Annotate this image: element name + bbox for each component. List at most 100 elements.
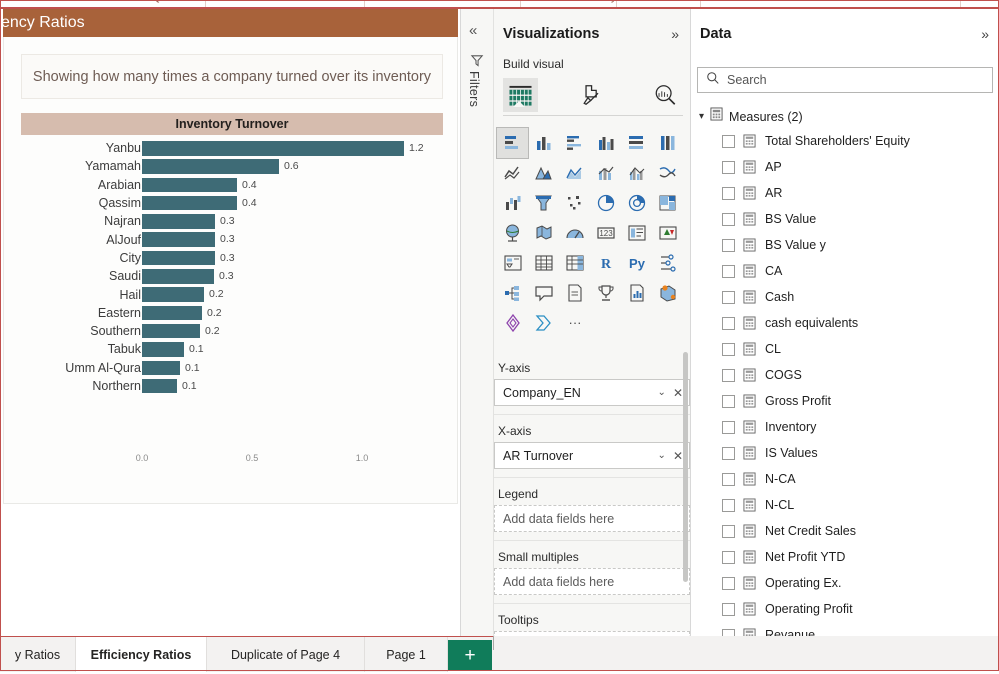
field-row[interactable]: CA bbox=[691, 258, 999, 284]
field-checkbox[interactable] bbox=[722, 317, 735, 330]
ribbon-tab-sensitivity[interactable]: Sensitivity bbox=[567, 0, 617, 3]
metrics-icon[interactable] bbox=[590, 278, 621, 308]
card-icon[interactable]: 123 bbox=[590, 218, 621, 248]
area-chart-icon[interactable] bbox=[528, 158, 559, 188]
ribbon-tab-share[interactable]: Share bbox=[657, 0, 686, 3]
bar-row[interactable]: Eastern0.2 bbox=[21, 304, 443, 322]
slicer-icon[interactable] bbox=[497, 248, 528, 278]
hundred-percent-stacked-bar-chart-icon[interactable] bbox=[621, 128, 652, 158]
ribbon-tab-queries[interactable]: Queries bbox=[152, 0, 191, 3]
power-apps-icon[interactable] bbox=[652, 278, 683, 308]
field-checkbox[interactable] bbox=[722, 473, 735, 486]
matrix-icon[interactable] bbox=[559, 248, 590, 278]
bar-row[interactable]: Saudi0.3 bbox=[21, 267, 443, 285]
field-checkbox[interactable] bbox=[722, 291, 735, 304]
bar-row[interactable]: Yanbu1.2 bbox=[21, 139, 443, 157]
q-and-a-icon[interactable] bbox=[528, 278, 559, 308]
bar-fill[interactable] bbox=[142, 306, 202, 321]
field-row[interactable]: Gross Profit bbox=[691, 388, 999, 414]
bar-row[interactable]: Qassim0.4 bbox=[21, 194, 443, 212]
subtitle-card[interactable]: Showing how many times a company turned … bbox=[21, 54, 443, 99]
measures-group-row[interactable]: ▾ Measures (2) bbox=[699, 107, 991, 126]
gauge-icon[interactable] bbox=[559, 218, 590, 248]
visual-type-gallery[interactable]: 123RPy··· bbox=[497, 128, 683, 343]
add-page-button[interactable]: + bbox=[448, 640, 492, 671]
inventory-turnover-visual[interactable]: Inventory Turnover Yanbu1.2Yamamah0.6Ara… bbox=[21, 113, 443, 483]
field-checkbox[interactable] bbox=[722, 525, 735, 538]
bar-fill[interactable] bbox=[142, 342, 184, 357]
field-row[interactable]: Total Shareholders' Equity bbox=[691, 128, 999, 154]
page-tab-duplicate-of-page-4[interactable]: Duplicate of Page 4 bbox=[207, 637, 365, 672]
stacked-column-chart-icon[interactable] bbox=[528, 128, 559, 158]
bar-fill[interactable] bbox=[142, 141, 404, 156]
filled-map-icon[interactable] bbox=[528, 218, 559, 248]
well-dropzone-legend[interactable]: Add data fields here bbox=[494, 505, 690, 532]
bar-row[interactable]: Hail0.2 bbox=[21, 285, 443, 303]
more-options-icon[interactable]: ··· bbox=[559, 308, 590, 338]
tab-bar-handle[interactable] bbox=[493, 636, 494, 650]
map-icon[interactable] bbox=[497, 218, 528, 248]
field-row[interactable]: Net Profit YTD bbox=[691, 544, 999, 570]
funnel-chart-icon[interactable] bbox=[528, 188, 559, 218]
field-row[interactable]: BS Value bbox=[691, 206, 999, 232]
scatter-chart-icon[interactable] bbox=[559, 188, 590, 218]
field-row[interactable]: BS Value y bbox=[691, 232, 999, 258]
paginated-report-icon[interactable] bbox=[621, 278, 652, 308]
bar-row[interactable]: Najran0.3 bbox=[21, 212, 443, 230]
page-tab-y-ratios[interactable]: y Ratios bbox=[0, 637, 76, 672]
field-row[interactable]: AR bbox=[691, 180, 999, 206]
narrative-icon[interactable] bbox=[559, 278, 590, 308]
line-chart-icon[interactable] bbox=[497, 158, 528, 188]
field-checkbox[interactable] bbox=[722, 499, 735, 512]
field-checkbox[interactable] bbox=[722, 447, 735, 460]
page-tab-efficiency-ratios[interactable]: Efficiency Ratios bbox=[76, 637, 207, 672]
python-visual-icon[interactable]: Py bbox=[621, 248, 652, 278]
donut-chart-icon[interactable] bbox=[621, 188, 652, 218]
chevron-down-icon[interactable]: ⌄ bbox=[658, 450, 666, 461]
field-row[interactable]: AP bbox=[691, 154, 999, 180]
bar-fill[interactable] bbox=[142, 232, 215, 247]
remove-field-icon[interactable]: ✕ bbox=[673, 386, 683, 400]
bar-fill[interactable] bbox=[142, 324, 200, 339]
bar-row[interactable]: Yamamah0.6 bbox=[21, 157, 443, 175]
kpi-icon[interactable] bbox=[652, 218, 683, 248]
ribbon-tab-insert[interactable]: Insert bbox=[300, 0, 328, 3]
search-input[interactable]: Search bbox=[697, 67, 993, 93]
chevron-down-icon[interactable]: ⌄ bbox=[658, 387, 666, 398]
stacked-area-chart-icon[interactable] bbox=[559, 158, 590, 188]
bar-row[interactable]: AlJouf0.3 bbox=[21, 230, 443, 248]
bar-fill[interactable] bbox=[142, 251, 215, 266]
bar-row[interactable]: Tabuk0.1 bbox=[21, 340, 443, 358]
field-checkbox[interactable] bbox=[722, 135, 735, 148]
field-row[interactable]: CL bbox=[691, 336, 999, 362]
bar-row[interactable]: Southern0.2 bbox=[21, 322, 443, 340]
bar-row[interactable]: City0.3 bbox=[21, 249, 443, 267]
field-checkbox[interactable] bbox=[722, 395, 735, 408]
field-checkbox[interactable] bbox=[722, 577, 735, 590]
treemap-icon[interactable] bbox=[652, 188, 683, 218]
bar-fill[interactable] bbox=[142, 178, 237, 193]
bar-fill[interactable] bbox=[142, 379, 177, 394]
well-chip-x-axis[interactable]: AR Turnover⌄✕ bbox=[494, 442, 690, 469]
field-checkbox[interactable] bbox=[722, 343, 735, 356]
analytics-tab[interactable] bbox=[648, 78, 683, 112]
field-checkbox[interactable] bbox=[722, 603, 735, 616]
report-canvas[interactable]: ency Ratios Showing how many times a com… bbox=[0, 9, 461, 636]
multi-row-card-icon[interactable] bbox=[621, 218, 652, 248]
format-visual-tab[interactable] bbox=[575, 78, 610, 112]
power-automate-icon[interactable] bbox=[497, 308, 528, 338]
field-checkbox[interactable] bbox=[722, 213, 735, 226]
clustered-bar-chart-icon[interactable] bbox=[559, 128, 590, 158]
field-row[interactable]: Cash bbox=[691, 284, 999, 310]
ribbon-tab-calculations[interactable]: Calculations bbox=[452, 0, 512, 3]
field-row[interactable]: Inventory bbox=[691, 414, 999, 440]
field-checkbox[interactable] bbox=[722, 239, 735, 252]
waterfall-chart-icon[interactable] bbox=[497, 188, 528, 218]
field-row[interactable]: N-CL bbox=[691, 492, 999, 518]
bar-fill[interactable] bbox=[142, 287, 204, 302]
key-influencers-icon[interactable] bbox=[652, 248, 683, 278]
well-chip-y-axis[interactable]: Company_EN⌄✕ bbox=[494, 379, 690, 406]
decomposition-tree-icon[interactable] bbox=[497, 278, 528, 308]
bar-row[interactable]: Arabian0.4 bbox=[21, 176, 443, 194]
field-row[interactable]: IS Values bbox=[691, 440, 999, 466]
